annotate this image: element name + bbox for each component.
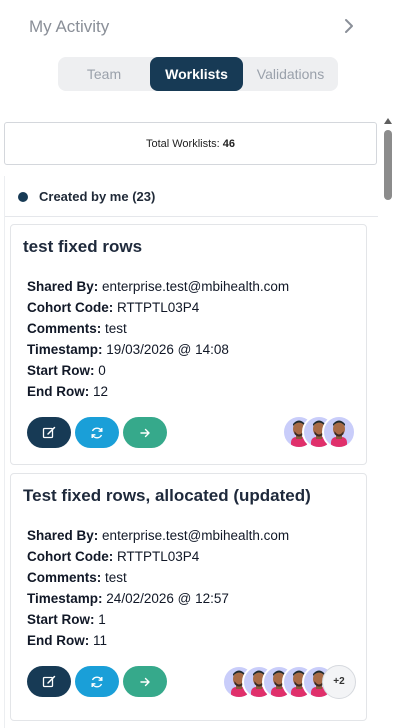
more-users-badge[interactable]: +2: [322, 665, 356, 699]
scrollbar[interactable]: [383, 118, 393, 728]
total-worklists-label: Total Worklists:: [145, 138, 220, 150]
shared-by-row: Shared By: enterprise.test@mbihealth.com: [27, 276, 289, 297]
start-row-value: 0: [98, 363, 106, 378]
start-row-row: Start Row: 1: [27, 609, 289, 630]
tab-worklists[interactable]: Worklists: [150, 57, 243, 91]
section-dot-icon: [18, 192, 28, 202]
start-row-label: Start Row:: [27, 612, 95, 627]
tab-bar: Team Worklists Validations: [58, 57, 338, 91]
start-row-row: Start Row: 0: [27, 360, 289, 381]
open-worklist-button[interactable]: [123, 666, 167, 697]
refresh-button[interactable]: [75, 666, 119, 697]
activity-header: My Activity: [0, 0, 398, 52]
worklist-details: Shared By: enterprise.test@mbihealth.com…: [27, 525, 289, 651]
shared-users-avatars: +2: [222, 665, 356, 699]
shared-by-row: Shared By: enterprise.test@mbihealth.com: [27, 525, 289, 546]
shared-by-label: Shared By:: [27, 279, 99, 294]
worklist-details: Shared By: enterprise.test@mbihealth.com…: [27, 276, 289, 402]
comments-value: test: [105, 570, 127, 585]
total-worklists-box: Total Worklists: 46: [4, 122, 377, 165]
created-by-me-section: Created by me (23) test fixed rows Share…: [4, 176, 378, 728]
edit-icon: [42, 675, 56, 687]
timestamp-value: 19/03/2026 @ 14:08: [106, 342, 229, 357]
end-row-label: End Row:: [27, 384, 90, 399]
shared-by-label: Shared By:: [27, 528, 99, 543]
worklist-card: Test fixed rows, allocated (updated) Sha…: [10, 473, 367, 721]
refresh-button[interactable]: [75, 417, 119, 448]
cohort-code-value: RTTPTL03P4: [117, 300, 200, 315]
cohort-code-value: RTTPTL03P4: [117, 549, 200, 564]
timestamp-label: Timestamp:: [27, 591, 103, 606]
section-header[interactable]: Created by me (23): [5, 176, 378, 217]
tab-validations[interactable]: Validations: [243, 57, 338, 91]
tab-team[interactable]: Team: [58, 57, 150, 91]
section-title: Created by me (23): [39, 189, 156, 204]
end-row-value: 11: [93, 633, 108, 648]
worklist-title: test fixed rows: [23, 237, 143, 256]
total-worklists-count: 46: [222, 138, 236, 150]
comments-row: Comments: test: [27, 318, 289, 339]
shared-by-value: enterprise.test@mbihealth.com: [102, 528, 290, 543]
arrow-right-icon: [140, 677, 150, 686]
end-row-row: End Row: 11: [27, 630, 289, 651]
timestamp-label: Timestamp:: [27, 342, 103, 357]
comments-label: Comments:: [27, 321, 102, 336]
edit-icon: [42, 426, 56, 438]
start-row-value: 1: [98, 612, 106, 627]
page-title: My Activity: [29, 17, 110, 36]
end-row-value: 12: [93, 384, 109, 399]
timestamp-row: Timestamp: 24/02/2026 @ 12:57: [27, 588, 289, 609]
edit-button[interactable]: [27, 666, 71, 697]
scrollbar-thumb[interactable]: [384, 130, 392, 200]
comments-value: test: [105, 321, 127, 336]
comments-label: Comments:: [27, 570, 102, 585]
refresh-icon: [91, 676, 103, 687]
open-worklist-button[interactable]: [123, 417, 167, 448]
shared-by-value: enterprise.test@mbihealth.com: [102, 279, 290, 294]
end-row-row: End Row: 12: [27, 381, 289, 402]
cohort-code-label: Cohort Code:: [27, 549, 114, 564]
comments-row: Comments: test: [27, 567, 289, 588]
start-row-label: Start Row:: [27, 363, 95, 378]
shared-users-avatars: [282, 415, 356, 449]
timestamp-row: Timestamp: 19/03/2026 @ 14:08: [27, 339, 289, 360]
refresh-icon: [91, 427, 103, 438]
edit-button[interactable]: [27, 417, 71, 448]
user-avatar[interactable]: [322, 415, 356, 449]
cohort-code-row: Cohort Code: RTTPTL03P4: [27, 546, 289, 567]
scroll-up-arrow-icon[interactable]: [384, 118, 392, 124]
chevron-right-icon[interactable]: [340, 17, 358, 35]
cohort-code-label: Cohort Code:: [27, 300, 114, 315]
cohort-code-row: Cohort Code: RTTPTL03P4: [27, 297, 289, 318]
worklist-card: test fixed rows Shared By: enterprise.te…: [10, 224, 367, 465]
end-row-label: End Row:: [27, 633, 90, 648]
arrow-right-icon: [140, 428, 150, 437]
worklist-title: Test fixed rows, allocated (updated): [23, 486, 311, 505]
timestamp-value: 24/02/2026 @ 12:57: [106, 591, 229, 606]
